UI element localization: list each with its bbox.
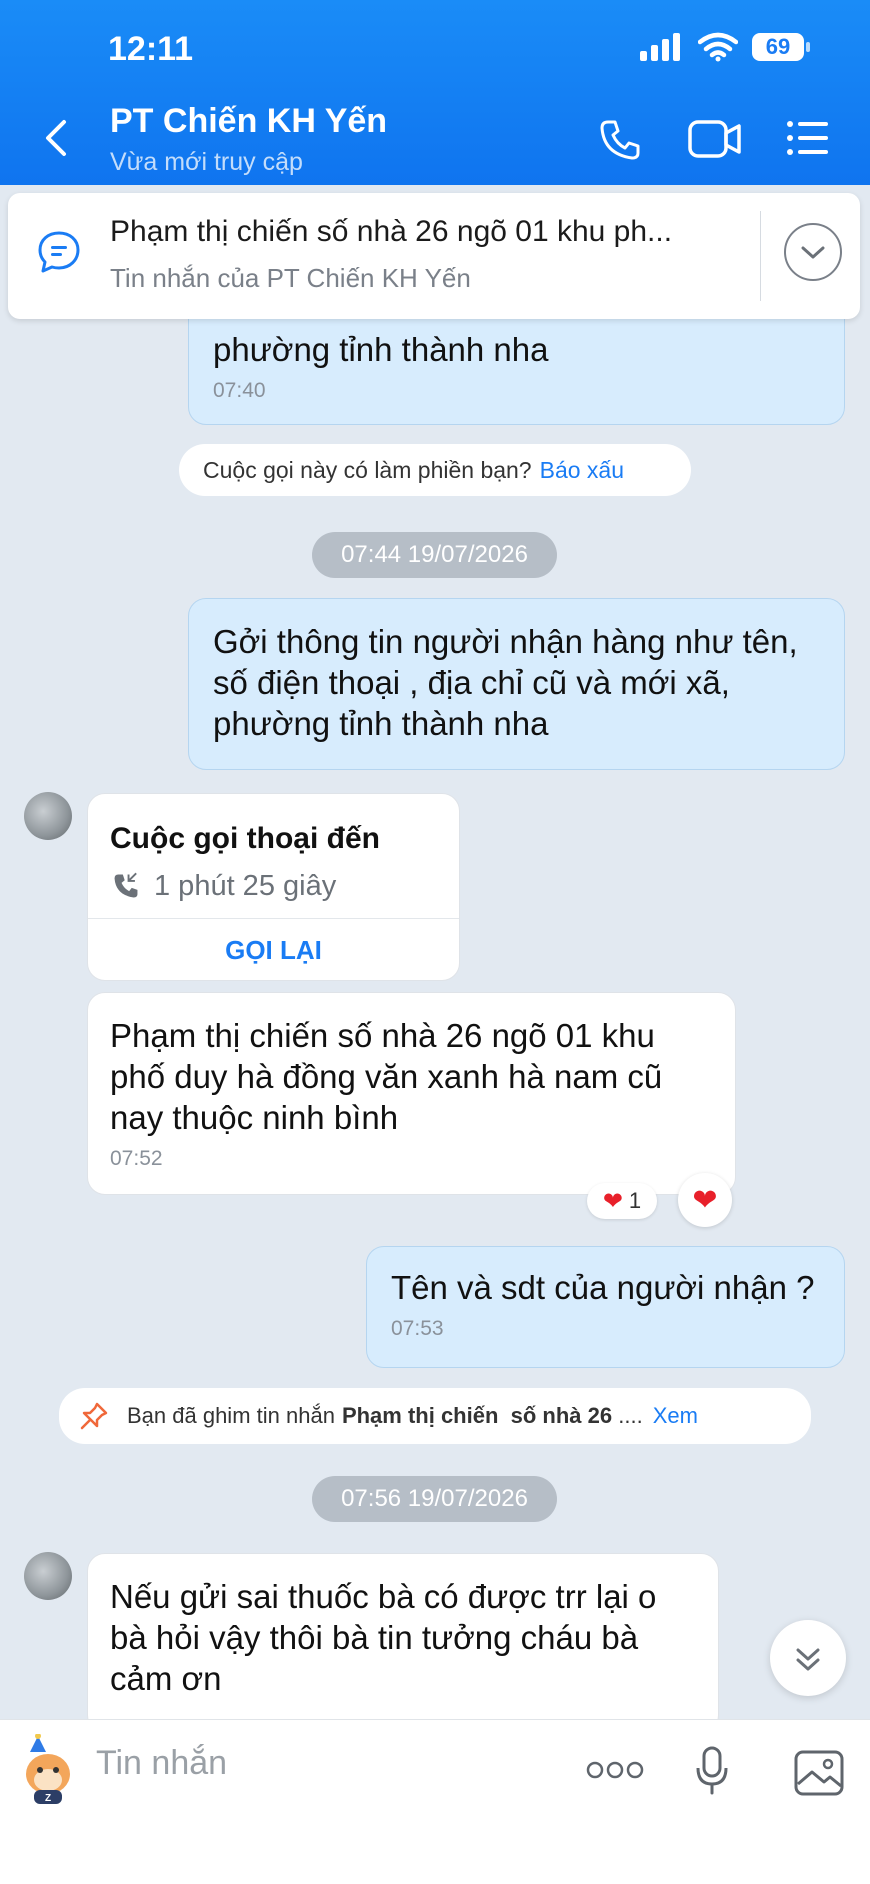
svg-text:Z: Z (45, 1793, 51, 1804)
message-composer: Z Tin nhắn (0, 1719, 870, 1884)
call-back-button[interactable]: GỌI LẠI (88, 918, 459, 982)
message-time: 07:40 (213, 379, 266, 402)
pinned-message-text: Phạm thị chiến số nhà 26 ngõ 01 khu ph..… (110, 215, 673, 248)
contact-status: Vừa mới truy cập (110, 148, 303, 176)
phone-call-icon[interactable] (598, 118, 642, 162)
heart-icon: ❤ (692, 1183, 718, 1217)
sticker-mascot-icon[interactable]: Z (16, 1734, 80, 1806)
spam-question: Cuộc gọi này có làm phiền bạn? (203, 456, 532, 483)
pinned-message-bar[interactable]: Phạm thị chiến số nhà 26 ngõ 01 khu ph..… (8, 193, 860, 319)
pin-notice-message: Phạm thị chiến số nhà 26 (341, 1403, 613, 1428)
message-text: Tên và sdt của người nhận ? (391, 1269, 815, 1306)
chevron-down-icon (801, 246, 825, 259)
call-duration: 1 phút 25 giây (154, 870, 337, 902)
battery-indicator: 69 (752, 33, 810, 61)
incoming-message[interactable]: Nếu gửi sai thuốc bà có được trr lại o b… (87, 1553, 719, 1733)
report-link[interactable]: Báo xấu (540, 457, 624, 484)
heart-icon: ❤ (602, 1187, 623, 1215)
signal-icon (640, 33, 680, 61)
wifi-icon (698, 32, 738, 62)
view-pinned-link[interactable]: Xem (653, 1403, 698, 1429)
outgoing-message[interactable]: Tên và sdt của người nhận ? 07:53 (366, 1246, 845, 1368)
react-button[interactable]: ❤ (678, 1173, 732, 1227)
more-options-icon[interactable] (586, 1760, 644, 1780)
date-separator: 07:56 19/07/2026 (312, 1476, 557, 1522)
message-time: 07:53 (391, 1317, 444, 1340)
message-text: Gởi thông tin người nhận hàng như tên, s… (213, 623, 798, 742)
date-separator: 07:44 19/07/2026 (312, 532, 557, 578)
message-input[interactable]: Tin nhắn (96, 1744, 227, 1783)
message-text: Phạm thị chiến số nhà 26 ngõ 01 khu phố … (110, 1017, 663, 1136)
video-call-icon[interactable] (688, 118, 742, 160)
chat-bubble-icon (38, 231, 80, 273)
expand-pinned-button[interactable] (784, 223, 842, 281)
message-text: phường tỉnh thành nha (213, 331, 549, 368)
back-icon[interactable] (42, 118, 72, 158)
pin-notice-ellipsis: .... (612, 1403, 643, 1428)
divider (760, 211, 761, 301)
message-text: Nếu gửi sai thuốc bà có được trr lại o b… (110, 1578, 657, 1697)
status-icons: 69 (640, 32, 810, 62)
pin-notice: Bạn đã ghim tin nhắn Phạm thị chiến số n… (59, 1388, 811, 1444)
incoming-call-card: Cuộc gọi thoại đến 1 phút 25 giây GỌI LẠ… (87, 793, 460, 981)
image-gallery-icon[interactable] (794, 1750, 844, 1796)
contact-name[interactable]: PT Chiến KH Yến (110, 102, 387, 141)
reaction-count: 1 (628, 1188, 642, 1213)
status-time: 12:11 (108, 30, 194, 68)
incoming-message[interactable]: Phạm thị chiến số nhà 26 ngõ 01 khu phố … (87, 992, 736, 1195)
message-time: 07:52 (110, 1147, 163, 1170)
spam-report-prompt: Cuộc gọi này có làm phiền bạn? Báo xấu (179, 444, 691, 496)
pin-icon (80, 1402, 108, 1430)
outgoing-message[interactable]: Gởi thông tin người nhận hàng như tên, s… (188, 598, 845, 770)
double-chevron-down-icon (796, 1648, 820, 1671)
phone-incoming-icon (114, 872, 138, 898)
call-title: Cuộc gọi thoại đến (110, 822, 380, 855)
scroll-to-bottom-button[interactable] (770, 1620, 846, 1696)
contact-avatar[interactable] (24, 1552, 72, 1600)
contact-avatar[interactable] (24, 792, 72, 840)
microphone-icon[interactable] (694, 1746, 730, 1796)
chat-header: 12:11 69 PT Chiến KH Yến Vừa mới truy cậ… (0, 0, 870, 185)
menu-list-icon[interactable] (786, 118, 830, 158)
pin-notice-prefix: Bạn đã ghim tin nhắn (127, 1403, 335, 1428)
pinned-message-author: Tin nhắn của PT Chiến KH Yến (110, 263, 471, 293)
reaction-summary[interactable]: ❤ 1 (587, 1183, 657, 1219)
